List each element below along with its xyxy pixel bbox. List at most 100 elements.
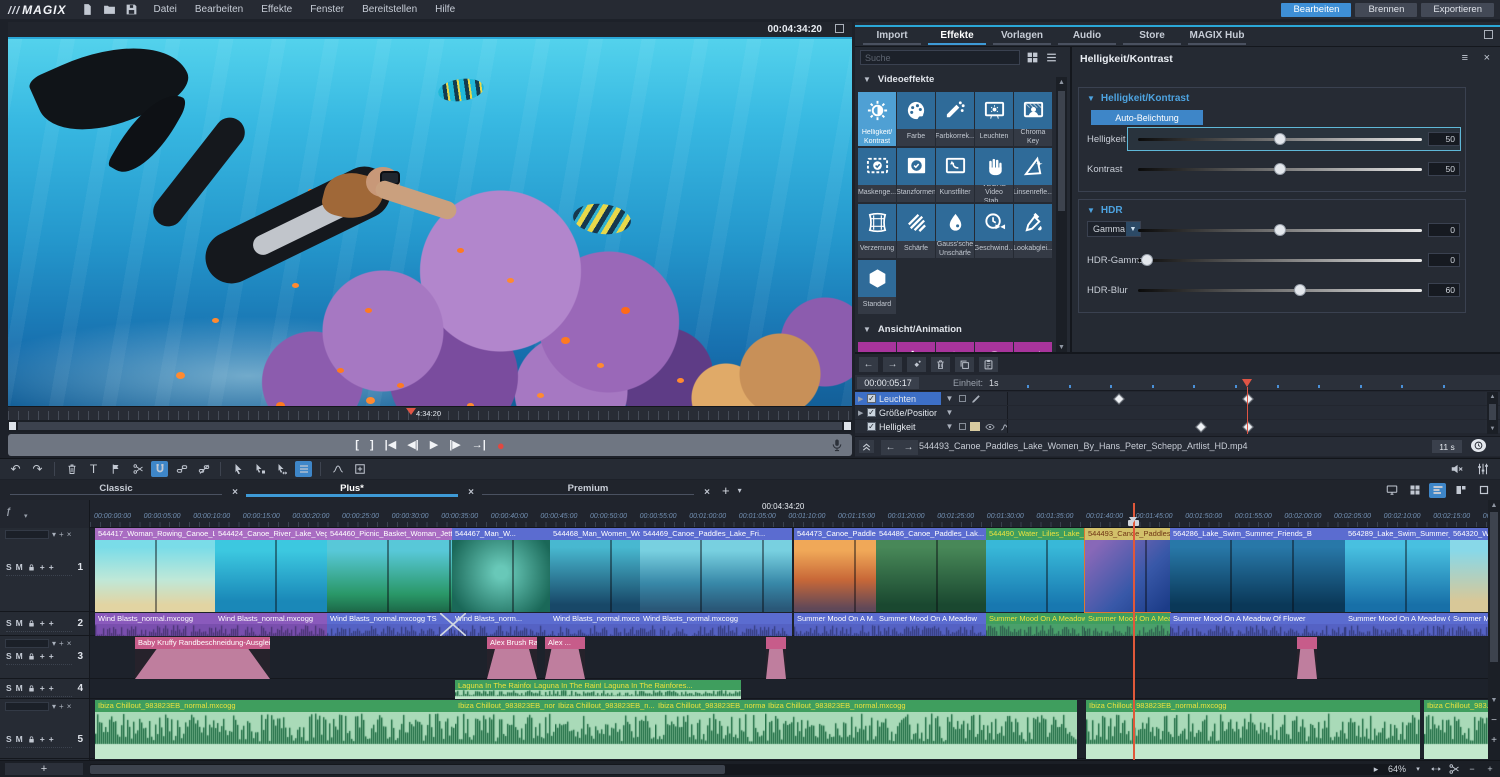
list-view-icon[interactable]	[1044, 50, 1058, 64]
add-icon[interactable]: +	[59, 639, 64, 648]
slider-track[interactable]	[1138, 229, 1422, 232]
clip[interactable]: 544460_Picnic_Basket_Woman_Jetty_Car...	[327, 528, 452, 612]
effect-tile-gaussian-blur[interactable]: Gauss'sche Unschärfe	[936, 204, 974, 258]
pen-icon[interactable]	[970, 393, 981, 404]
clip[interactable]: Ibiza Chillout_983823EB_nor...	[455, 700, 555, 759]
slider-knob[interactable]	[1141, 254, 1153, 266]
keyframe-row-helligkeit[interactable]: ✓Helligkeit▼	[855, 420, 1500, 433]
clip[interactable]: 544493_Canoe_Paddles_...	[1085, 528, 1170, 612]
track-lock-icon[interactable]	[27, 735, 36, 744]
tab-audio[interactable]: Audio	[1058, 28, 1116, 45]
undo-button[interactable]: ↶	[7, 461, 24, 477]
clip[interactable]: Wind Blasts_normal.mxcogg	[215, 613, 327, 636]
track-fx-down-icon[interactable]: +	[49, 734, 54, 744]
track-solo-button[interactable]: S	[6, 683, 12, 693]
collapse-panel-icon[interactable]	[859, 440, 874, 453]
expander-icon[interactable]: ▶	[858, 409, 864, 417]
copy-keyframes-button[interactable]	[955, 357, 974, 372]
clip[interactable]: Ibiza Chillout_983823EB_normal.mxcogg	[765, 700, 1077, 759]
track-lock-icon[interactable]	[27, 619, 36, 628]
track-fx-down-icon[interactable]: +	[49, 618, 54, 628]
close-icon[interactable]: ×	[67, 530, 72, 539]
record-button[interactable]: ●	[497, 439, 505, 452]
close-icon[interactable]: ×	[67, 702, 72, 711]
keyframe-lane[interactable]	[1007, 420, 1485, 433]
track-fx-down-icon[interactable]: +	[49, 683, 54, 693]
keyframe-ruler[interactable]: 00:00:05:17 Einheit: 1s	[855, 375, 1500, 391]
next-object-icon[interactable]: →	[899, 440, 918, 455]
preview-video-frame[interactable]	[8, 37, 852, 406]
paste-keyframes-button[interactable]	[979, 357, 998, 372]
panel-close-icon[interactable]: ×	[1484, 52, 1490, 64]
track-header-4[interactable]: SM++4	[0, 680, 89, 699]
expander-icon[interactable]: ▶	[858, 395, 864, 403]
clip[interactable]: Summer Mood On A Mea...	[1085, 613, 1170, 636]
workspace-more-dropdown[interactable]: ▾	[738, 486, 742, 495]
workspace-tab-classic[interactable]: Classic×	[10, 483, 222, 495]
track-solo-button[interactable]: S	[6, 618, 12, 628]
effect-tile-color-palette[interactable]: Farbe	[897, 92, 935, 146]
track-header-5[interactable]: ▾+×SM++5	[0, 700, 89, 759]
play-cursor-icon[interactable]: ▸	[1370, 763, 1382, 775]
tab-effekte[interactable]: Effekte	[928, 28, 986, 45]
effect-tile-chroma-key[interactable]: Chroma Key	[1014, 92, 1052, 146]
clip[interactable]: Wind Blasts_normal.mxcogg	[550, 613, 640, 636]
save-project-icon[interactable]	[125, 3, 138, 16]
panel-menu-icon[interactable]: ≡	[1462, 52, 1468, 64]
keyframe-row-leuchten[interactable]: ▶✓Leuchten▼	[855, 392, 1500, 405]
clip[interactable]: Laguna In The Rainforest _n...	[455, 680, 531, 699]
clip[interactable]: Alex ...	[545, 637, 585, 679]
multicam-mode-button[interactable]	[1475, 483, 1492, 498]
track-header-1[interactable]: ▾+×SM++1	[0, 528, 89, 612]
track-fx-up-icon[interactable]: +	[40, 734, 45, 744]
tab-magix-hub[interactable]: MAGIX Hub	[1188, 28, 1246, 45]
tab-vorlagen[interactable]: Vorlagen	[993, 28, 1051, 45]
effect-tile-look-matching[interactable]: Lookabglei...	[1014, 204, 1052, 258]
range-out-button[interactable]: ]	[370, 440, 374, 451]
jump-end-button[interactable]: →|	[472, 440, 486, 451]
menu-hilfe[interactable]: Hilfe	[435, 4, 455, 15]
slider-value[interactable]: 60	[1428, 283, 1460, 297]
clip[interactable]: Ibiza Chillout_983823EB_normal...	[655, 700, 765, 759]
keyframe-lane[interactable]	[1007, 392, 1485, 405]
effect-tile-video-stabilization[interactable]: VEGAS Video Stab...	[975, 148, 1013, 202]
effect-tile-anim-rotate[interactable]	[975, 342, 1013, 352]
slider-knob[interactable]	[1294, 284, 1306, 296]
zoom-dropdown-icon[interactable]: ▾	[1412, 763, 1424, 775]
menu-bearbeiten[interactable]: Bearbeiten	[195, 4, 243, 15]
track-solo-button[interactable]: S	[6, 562, 12, 572]
track-fx-up-icon[interactable]: +	[40, 683, 45, 693]
delete-keyframe-button[interactable]	[931, 357, 950, 372]
track-options-dropdown-icon[interactable]: ▾	[24, 512, 28, 520]
clip[interactable]	[766, 637, 786, 679]
slider-knob[interactable]	[1274, 224, 1286, 236]
collapse-triangle-icon[interactable]: ▼	[1087, 94, 1095, 103]
close-tab-icon[interactable]: ×	[232, 487, 238, 498]
clip[interactable]: Ibiza Chillout_983823EB_normal.mxcogg	[1086, 700, 1420, 759]
timeline-playhead[interactable]	[1133, 503, 1135, 760]
effect-tile-sharpen[interactable]: Schärfe	[897, 204, 935, 258]
track-name-box[interactable]	[5, 639, 49, 648]
clip[interactable]: Alex Brush Randb...	[487, 637, 537, 679]
clip[interactable]: Wind Blasts_normal.mxcogg	[95, 613, 215, 636]
clip[interactable]: 564286_Lake_Swim_Summer_Friends_B	[1170, 528, 1345, 612]
close-icon[interactable]: ×	[67, 639, 72, 648]
clip[interactable]: Ibiza Chillout_983823EB_n...	[555, 700, 655, 759]
range-handle-left[interactable]	[9, 422, 16, 430]
interpolation-icon[interactable]	[959, 423, 966, 430]
effect-tile-lens-flare[interactable]: Linsenrefle...	[1014, 148, 1052, 202]
chevron-down-icon[interactable]: ▾	[52, 530, 56, 539]
slider-track[interactable]	[1138, 138, 1422, 141]
track-fx-down-icon[interactable]: +	[49, 651, 54, 661]
track-header-3[interactable]: ▾+×SM++3	[0, 637, 89, 679]
next-keyframe-button[interactable]: →	[883, 357, 902, 372]
add-track-button[interactable]: +	[5, 763, 83, 775]
track-mute-button[interactable]: M	[16, 618, 23, 628]
track-lane-3[interactable]: Baby Kruffy Randbeschneidung-Ausgleich..…	[90, 637, 1500, 679]
timeline-vscroll-bar[interactable]: ▲ ▼ − +	[1488, 500, 1500, 760]
clip[interactable]: Wind Blasts_normal.mxcogg TS	[327, 613, 452, 636]
preview-range-bar[interactable]	[8, 420, 852, 432]
cursor-single-button[interactable]	[251, 461, 268, 477]
effect-tile-standard-hexagon[interactable]: Standard	[858, 260, 896, 314]
keyframe-diamond[interactable]	[1242, 421, 1253, 432]
